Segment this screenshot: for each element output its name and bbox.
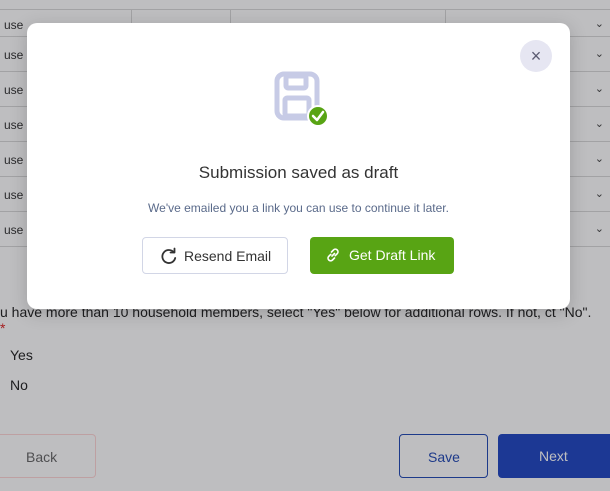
close-icon: × bbox=[530, 46, 542, 66]
link-icon bbox=[327, 248, 339, 262]
refresh-icon bbox=[161, 247, 177, 264]
dialog-title: Submission saved as draft bbox=[198, 163, 399, 182]
get-draft-link-button[interactable]: Get Draft Link bbox=[310, 237, 454, 274]
resend-email-button[interactable]: Resend Email bbox=[142, 237, 288, 274]
save-draft-icon bbox=[274, 71, 329, 127]
check-badge-icon bbox=[307, 105, 329, 127]
resend-email-label: Resend Email bbox=[184, 248, 272, 264]
get-draft-link-label: Get Draft Link bbox=[349, 247, 436, 263]
draft-saved-dialog: × Submission saved as draft We've emaile… bbox=[27, 23, 570, 309]
dialog-subtitle: We've emailed you a link you can use to … bbox=[148, 201, 449, 215]
close-button[interactable]: × bbox=[520, 40, 552, 72]
